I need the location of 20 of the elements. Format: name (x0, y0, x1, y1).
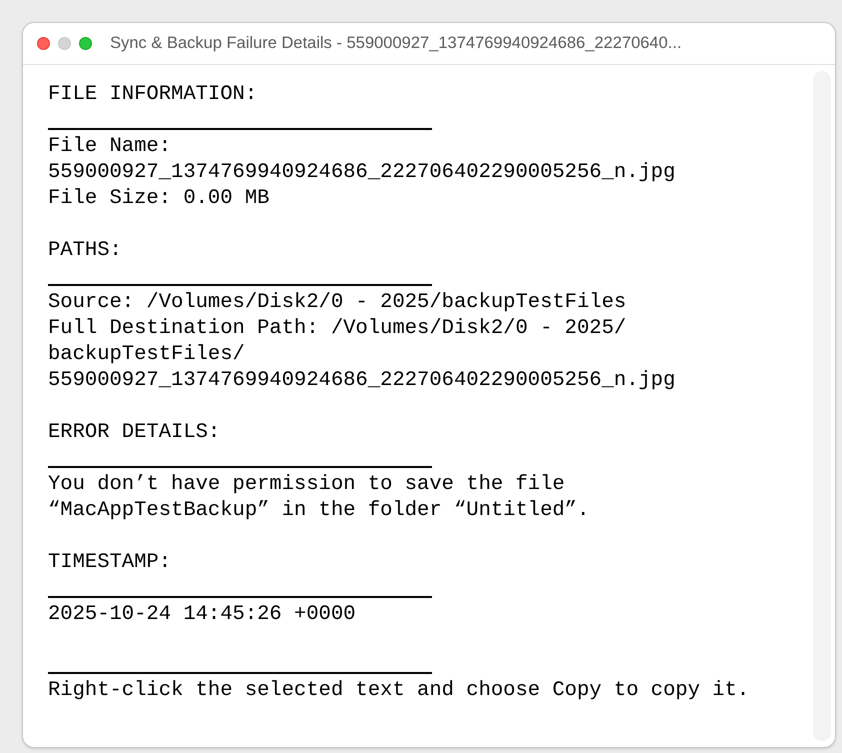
section-heading: ERROR DETAILS: (48, 420, 220, 446)
detail-line: backupTestFiles/ (48, 342, 245, 368)
detail-line: “MacAppTestBackup” in the folder “Untitled”. (48, 498, 590, 524)
detail-line: File Size: 0.00 MB (48, 186, 270, 212)
close-button[interactable] (37, 37, 50, 50)
detail-line: Right-click the selected text and choose Copy to copy it. (48, 678, 750, 704)
section-heading: TIMESTAMP: (48, 550, 172, 576)
window-title: Sync & Backup Failure Details - 559000927_1374769940924686_22270640... (110, 33, 682, 54)
detail-line: You don’t have permission to save the file (48, 472, 565, 498)
section-heading: FILE INFORMATION: (48, 82, 258, 108)
detail-line: Full Destination Path: /Volumes/Disk2/0 - 2025/ (48, 316, 626, 342)
detail-line: 2025-10-24 14:45:26 +0000 (48, 602, 356, 628)
scrollbar-track[interactable] (813, 71, 831, 741)
detail-line: Source: /Volumes/Disk2/0 - 2025/backupTestFiles (48, 290, 626, 316)
zoom-button[interactable] (79, 37, 92, 50)
minimize-button[interactable] (58, 37, 71, 50)
detail-line: 559000927_1374769940924686_222706402290005256_n.jpg (48, 368, 676, 394)
detail-line: File Name: (48, 134, 172, 160)
section-heading: PATHS: (48, 238, 122, 264)
detail-line: 559000927_1374769940924686_222706402290005256_n.jpg (48, 160, 676, 186)
